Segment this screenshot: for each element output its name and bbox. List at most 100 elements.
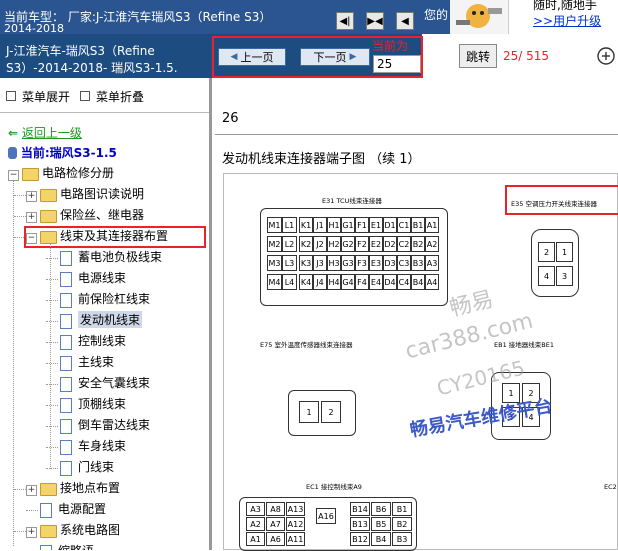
e31-pin: B1: [411, 217, 425, 233]
e31-pin: G4: [341, 274, 355, 290]
tree-item[interactable]: 安全气囊线束: [78, 374, 150, 391]
ec1-pin: B12: [350, 532, 370, 546]
first-page-icon[interactable]: ◀|: [336, 12, 354, 30]
ec1-connector: A3 A8 A13 A2 A7 A12 A1 A6 A11 A16 B14 B6 B1 B13 B5 B2 B1…: [239, 497, 417, 551]
ec1-pin: B1: [392, 502, 412, 516]
e75-caption: E75 室外温度传感器线束连接器: [260, 341, 353, 349]
tree-guide: [13, 181, 14, 546]
vehicle-years: 2014-2018: [4, 22, 64, 34]
e31-pin: D4: [383, 274, 397, 290]
e31-pin: G2: [341, 236, 355, 252]
e31-pin: M3: [267, 255, 282, 271]
expand-toggle[interactable]: +: [26, 485, 37, 496]
e31-pin: A3: [425, 255, 439, 271]
ec1-pin: A16: [316, 508, 336, 524]
separator: [215, 134, 618, 135]
tree-item[interactable]: 保险丝、继电器: [60, 206, 144, 223]
expand-toggle[interactable]: +: [26, 191, 37, 202]
tree-item[interactable]: 车身线束: [78, 437, 126, 454]
document-icon: [60, 461, 72, 476]
ec2-caption: EC2 接: [604, 483, 618, 491]
e31-pin: G1: [341, 217, 355, 233]
ec1-pin: B3: [392, 532, 412, 546]
document-icon: [60, 314, 72, 329]
upgrade-link[interactable]: >>用户升级: [533, 12, 601, 29]
e31-pin: G3: [341, 255, 355, 271]
e31-pin: L2: [282, 236, 297, 252]
ec1-pin: A6: [266, 532, 285, 546]
e31-pin: H3: [327, 255, 341, 271]
expand-toggle[interactable]: +: [26, 212, 37, 223]
folder-icon: [40, 483, 57, 496]
divider: [0, 112, 209, 113]
tree-guide: [46, 405, 58, 406]
tree-item[interactable]: 电源线束: [78, 269, 126, 286]
e31-pin: E4: [369, 274, 383, 290]
ec1-pin: A8: [266, 502, 285, 516]
tree-item[interactable]: 蓄电池负极线束: [78, 248, 162, 265]
collapse-toggle[interactable]: −: [8, 170, 19, 181]
tree-item[interactable]: 系统电路图: [60, 521, 120, 538]
database-icon: [8, 147, 17, 159]
e31-pin: E1: [369, 217, 383, 233]
folder-icon: [40, 525, 57, 538]
tree-item[interactable]: 缩略语: [58, 542, 94, 550]
tree-guide: [14, 489, 26, 490]
tree-item[interactable]: 控制线束: [78, 332, 126, 349]
ec1-pin: A13: [286, 502, 305, 516]
document-view: 26 发动机线束连接器端子图 （续 1） E31 TCU线束连接器 M1 L1 K1…: [215, 78, 618, 551]
document-icon: [60, 272, 72, 287]
e35-pin: 1: [556, 242, 573, 262]
e31-pin: C3: [397, 255, 411, 271]
document-icon: [60, 419, 72, 434]
e31-pin: E3: [369, 255, 383, 271]
tree-item[interactable]: 门线束: [78, 458, 114, 475]
e31-caption: E31 TCU线束连接器: [322, 197, 382, 205]
tree-guide: [26, 510, 38, 511]
expand-menu[interactable]: 菜单展开: [6, 88, 70, 105]
tree-item[interactable]: 接地点布置: [60, 479, 120, 496]
expand-toggle[interactable]: +: [26, 527, 37, 538]
tree-root[interactable]: 电路检修分册: [42, 164, 114, 181]
diagram-title: 发动机线束连接器端子图 （续 1）: [222, 152, 421, 167]
prev-arrow-icon[interactable]: ◀: [396, 12, 414, 30]
e31-pin: D1: [383, 217, 397, 233]
tree-item[interactable]: 前保险杠线束: [78, 290, 150, 307]
e31-pin: K3: [299, 255, 313, 271]
zoom-in-icon[interactable]: [596, 46, 616, 66]
tree-item[interactable]: 主线束: [78, 353, 114, 370]
ec1-pin: B2: [392, 517, 412, 531]
document-icon: [60, 335, 72, 350]
e31-pin: A1: [425, 217, 439, 233]
back-label: 返回上一级: [21, 126, 82, 140]
e75-pin: 1: [299, 401, 319, 423]
mascot-logo: [450, 0, 508, 34]
tree-item[interactable]: 电路图识读说明: [60, 185, 144, 202]
jump-button[interactable]: 跳转: [459, 44, 497, 68]
e31-pin: J2: [313, 236, 327, 252]
tree-guide: [46, 321, 58, 322]
tree-guide: [46, 342, 58, 343]
ec1-pin: A1: [246, 532, 265, 546]
back-link[interactable]: ⇐ 返回上一级: [8, 124, 82, 141]
tree-guide: [46, 384, 58, 385]
promo-panel: 随时,随地手 >>用户升级: [508, 0, 618, 34]
folder-open-icon: [22, 168, 39, 181]
e35-pin: 2: [538, 242, 555, 262]
ec1-caption: EC1 接控制线束A9: [306, 483, 362, 491]
folder-icon: [40, 189, 57, 202]
collapse-menu[interactable]: 菜单折叠: [80, 88, 144, 105]
ec1-pin: A11: [286, 532, 305, 546]
ec1-pin: A3: [246, 502, 265, 516]
e31-pin: B3: [411, 255, 425, 271]
e75-connector: 12: [288, 390, 356, 436]
tree-item[interactable]: 电源配置: [58, 500, 106, 517]
e31-pin: K4: [299, 274, 313, 290]
e31-pin: L4: [282, 274, 297, 290]
double-arrow-icon[interactable]: ▶◀: [366, 12, 384, 30]
ec1-pin: B6: [371, 502, 391, 516]
tree-item[interactable]: 顶棚线束: [78, 395, 126, 412]
tree-guide: [46, 258, 58, 259]
tree-item[interactable]: 倒车雷达线束: [78, 416, 150, 433]
tree-item[interactable]: 发动机线束: [78, 311, 143, 328]
